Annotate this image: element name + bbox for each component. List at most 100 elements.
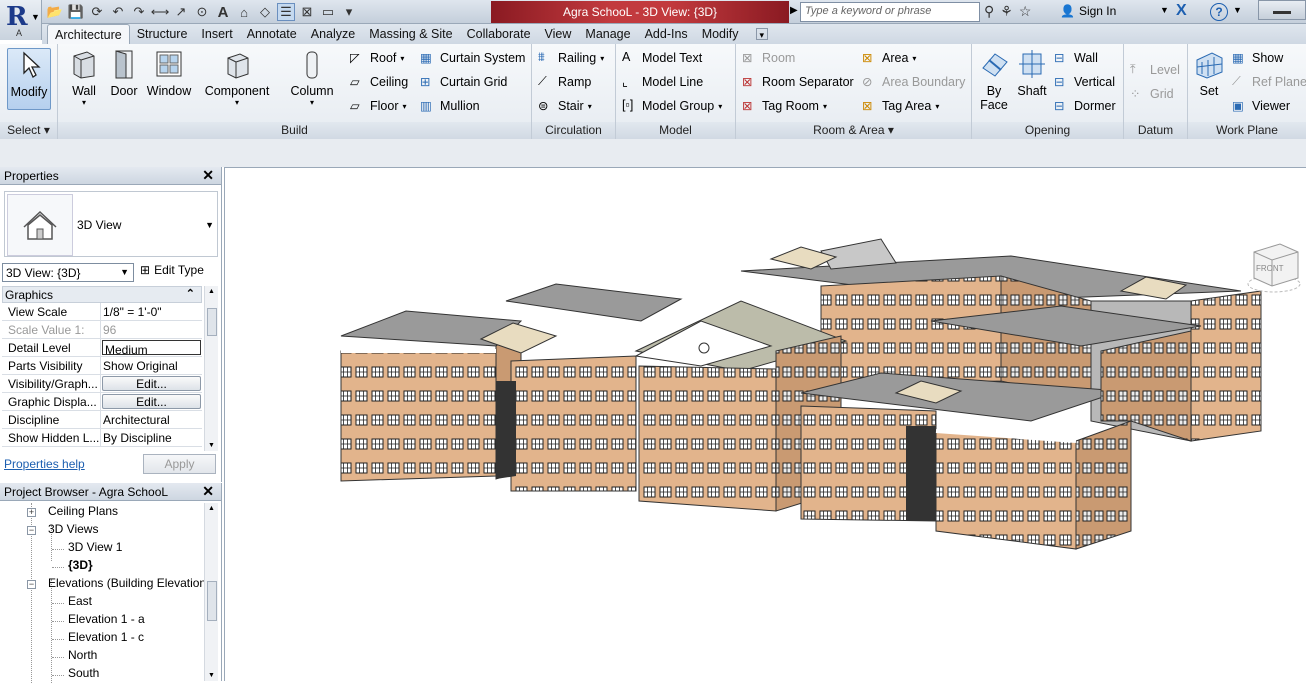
minimize-button[interactable] [1258,0,1306,20]
stair-button[interactable]: ⊜ Stair ▾ [538,96,592,116]
tab-analyze[interactable]: Analyze [304,24,362,44]
scroll-thumb[interactable] [207,581,217,621]
measure-icon[interactable]: ⟷ [151,3,170,21]
type-selector[interactable]: 3D View ▼ [4,191,218,257]
wall-opening-button[interactable]: ⊟ Wall [1054,48,1098,68]
sign-in-button[interactable]: 👤 Sign In [1060,4,1116,18]
ref-plane-button[interactable]: ⟋ Ref Plane [1232,72,1306,92]
collapse-icon[interactable]: ⌃ [186,287,195,300]
close-hidden-icon[interactable]: ⊠ [298,3,316,21]
visibility-graphics-edit-button[interactable]: Edit... [102,376,201,391]
by-face-button[interactable]: By Face [976,48,1012,112]
tree-node-elevations[interactable]: Elevations (Building Elevation [48,576,206,594]
area-button[interactable]: ⊠ Area ▾ [862,48,916,68]
ramp-button[interactable]: ⟋ Ramp [538,72,591,92]
tree-node-south[interactable]: South [68,666,99,684]
shaft-button[interactable]: Shaft [1014,48,1050,98]
ribbon-minimize-icon[interactable]: ▾ [755,28,769,40]
undo-icon[interactable]: ↶ [109,3,127,21]
scroll-down-icon[interactable]: ▼ [208,442,215,449]
tree-node-elevation-1-c[interactable]: Elevation 1 - c [68,630,144,648]
tree-node-elevation-1-a[interactable]: Elevation 1 - a [68,612,145,630]
customize-qat-icon[interactable]: ▾ [340,3,358,21]
close-icon[interactable]: ✕ [202,483,214,500]
redo-icon[interactable]: ↷ [130,3,148,21]
tab-modify[interactable]: Modify [695,24,746,44]
section-icon[interactable]: ◇ [256,3,274,21]
3d-view-canvas[interactable]: FRONT [224,167,1306,681]
chevron-down-icon[interactable]: ▼ [1160,5,1169,15]
graphic-display-edit-button[interactable]: Edit... [102,394,201,409]
viewcube[interactable]: FRONT [1240,240,1302,296]
properties-scrollbar[interactable]: ▲ ▼ [204,286,218,451]
tab-insert[interactable]: Insert [194,24,239,44]
curtain-system-button[interactable]: ▦ Curtain System [420,48,525,68]
collapse-icon[interactable]: − [27,580,36,589]
expand-icon[interactable]: + [27,508,36,517]
tab-add-ins[interactable]: Add-Ins [638,24,695,44]
scroll-down-icon[interactable]: ▼ [208,672,215,679]
scroll-thumb[interactable] [207,308,217,336]
model-text-button[interactable]: A Model Text [622,48,702,68]
scroll-up-icon[interactable]: ▲ [208,505,215,512]
application-menu-button[interactable]: R ▼ A [0,0,42,40]
apply-button[interactable]: Apply [143,454,216,474]
parts-visibility-value[interactable]: Show Original [101,357,202,374]
tree-node-3d-active[interactable]: {3D} [68,558,93,576]
modify-button[interactable]: Modify [7,48,51,110]
door-button[interactable]: Door [106,48,142,98]
tree-node-3d-view-1[interactable]: 3D View 1 [68,540,122,558]
railing-button[interactable]: ⩩ Railing ▾ [538,48,604,68]
grid-button[interactable]: ⁘ Grid [1130,84,1174,104]
text-icon[interactable]: A [214,3,232,21]
dormer-button[interactable]: ⊟ Dormer [1054,96,1116,116]
save-icon[interactable]: 💾 [67,3,85,21]
tree-node-3d-views[interactable]: 3D Views [48,522,98,540]
select-panel-label[interactable]: Select ▾ [0,122,57,139]
tree-node-east[interactable]: East [68,594,92,612]
model-line-button[interactable]: ⌞ Model Line [622,72,703,92]
search-input[interactable]: Type a keyword or phrase [800,2,980,22]
star-icon[interactable]: ☆ [1019,3,1032,20]
help-icon[interactable]: ? [1210,3,1228,21]
switch-windows-icon[interactable]: ▭ [319,3,337,21]
ceiling-button[interactable]: ▱ Ceiling [350,72,408,92]
window-button[interactable]: Window [144,48,194,98]
tab-architecture[interactable]: Architecture [47,24,130,44]
sync-icon[interactable]: ⟳ [88,3,106,21]
curtain-grid-button[interactable]: ⊞ Curtain Grid [420,72,507,92]
detail-level-value[interactable]: Medium [102,340,201,355]
floor-button[interactable]: ▱ Floor ▾ [350,96,407,116]
properties-help-link[interactable]: Properties help [4,457,85,471]
edit-type-button[interactable]: ⊞ Edit Type [140,263,204,277]
collapse-icon[interactable]: − [27,526,36,535]
chevron-down-icon[interactable]: ▼ [1233,5,1242,15]
tag-room-button[interactable]: ⊠ Tag Room ▾ [742,96,827,116]
roof-button[interactable]: ◸ Roof ▾ [350,48,404,68]
component-button[interactable]: Component ▾ [202,48,272,107]
3d-view-icon[interactable]: ⌂ [235,3,253,21]
open-icon[interactable]: 📂 [46,3,64,21]
room-area-panel-label[interactable]: Room & Area ▾ [736,122,971,139]
tab-manage[interactable]: Manage [578,24,637,44]
tab-annotate[interactable]: Annotate [240,24,304,44]
tab-collaborate[interactable]: Collaborate [460,24,538,44]
mullion-button[interactable]: ▥ Mullion [420,96,480,116]
tag-area-button[interactable]: ⊠ Tag Area ▾ [862,96,939,116]
viewer-button[interactable]: ▣ Viewer [1232,96,1290,116]
vertical-opening-button[interactable]: ⊟ Vertical [1054,72,1115,92]
column-button[interactable]: Column ▾ [286,48,338,107]
tab-structure[interactable]: Structure [130,24,195,44]
room-separator-button[interactable]: ⊠ Room Separator [742,72,854,92]
scroll-up-icon[interactable]: ▲ [208,288,215,295]
area-boundary-button[interactable]: ⊘ Area Boundary [862,72,965,92]
set-button[interactable]: Set [1192,48,1226,98]
tree-node-north[interactable]: North [68,648,97,666]
tab-massing-site[interactable]: Massing & Site [362,24,459,44]
view-scale-value[interactable]: 1/8" = 1'-0" [101,303,202,320]
show-hidden-lines-value[interactable]: By Discipline [101,429,202,446]
discipline-value[interactable]: Architectural [101,411,202,428]
level-button[interactable]: ⤒ Level [1130,60,1180,80]
exchange-apps-icon[interactable]: X [1176,2,1187,20]
thin-lines-icon[interactable]: ☰ [277,3,295,21]
